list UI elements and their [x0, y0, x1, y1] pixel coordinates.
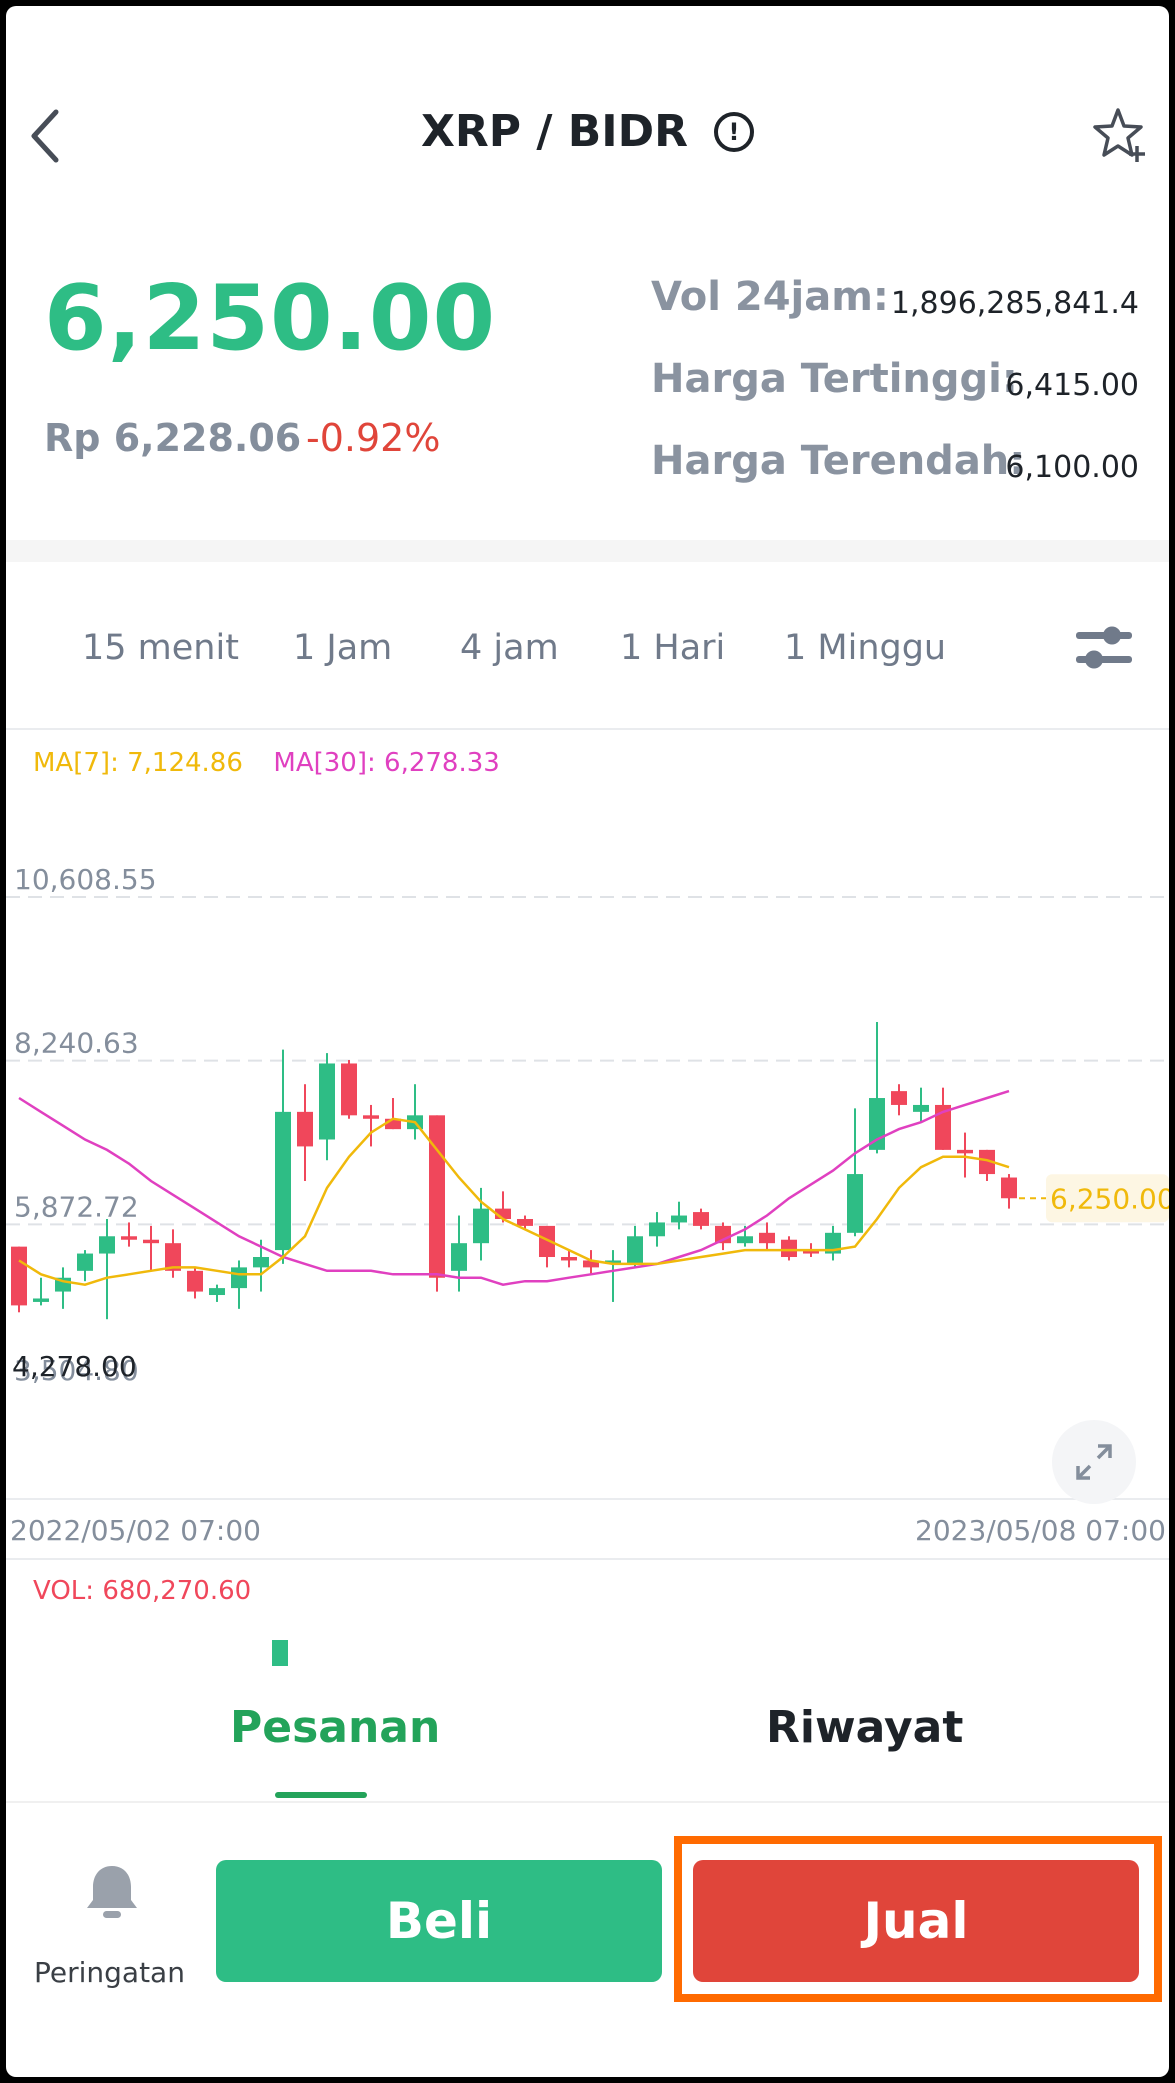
candle-body: [517, 1218, 533, 1226]
candle-body: [1001, 1177, 1017, 1199]
volume-name: VOL: [33, 1576, 86, 1606]
exclamation-circle-icon[interactable]: !: [714, 111, 755, 152]
candle-body: [847, 1174, 863, 1233]
candle-body: [913, 1104, 929, 1112]
stat-label-high: Harga Tertinggi:: [651, 356, 1018, 402]
page-title: XRP / BIDR !: [6, 106, 1169, 157]
candle-body: [363, 1115, 379, 1119]
bell-icon: [87, 1866, 137, 1918]
active-tab-indicator: [275, 1792, 367, 1798]
expand-diagonal-icon: [1076, 1444, 1112, 1480]
chart-expand-button[interactable]: [1052, 1420, 1136, 1504]
volume-bar: [272, 1640, 288, 1666]
stat-label-low: Harga Terendah:: [651, 438, 1026, 484]
pair-title: XRP / BIDR: [420, 106, 689, 157]
change-percent: -0.92%: [306, 416, 441, 460]
sliders-icon: [1076, 626, 1132, 669]
tab-divider: [6, 1801, 1169, 1803]
candle-body: [451, 1243, 467, 1271]
candle-body: [693, 1212, 709, 1226]
stat-value-high: 6,415.00: [1005, 368, 1139, 403]
candle-body: [671, 1215, 687, 1223]
y-tick-label: 8,240.63: [14, 1027, 139, 1060]
favorite-button[interactable]: [1091, 104, 1151, 164]
candle-body: [253, 1257, 269, 1268]
candle-body: [11, 1246, 27, 1306]
sell-button-highlight: [674, 1836, 1162, 2002]
candle-body: [957, 1149, 973, 1154]
volume-value: 680,270.60: [102, 1576, 252, 1606]
candle-body: [77, 1253, 93, 1271]
timeframe-1h[interactable]: 1 Jam: [293, 628, 392, 668]
x-axis-start-label: 2022/05/02 07:00: [10, 1514, 261, 1547]
candle-body: [275, 1111, 291, 1251]
volume-panel: [6, 1558, 1169, 1670]
star-plus-icon: [1093, 108, 1145, 162]
candle-body: [209, 1288, 225, 1296]
section-divider: [6, 540, 1169, 562]
candle-body: [231, 1267, 247, 1289]
fiat-price: Rp 6,228.06: [44, 416, 302, 460]
x-axis-end-label: 2023/05/08 07:00: [915, 1514, 1166, 1547]
candle-body: [297, 1111, 313, 1147]
last-price: 6,250.00: [44, 266, 497, 371]
alert-label: Peringatan: [34, 1956, 185, 1989]
candle-body: [121, 1236, 137, 1240]
tab-history[interactable]: Riwayat: [766, 1702, 963, 1753]
volume-legend: VOL: 680,270.60: [33, 1576, 252, 1606]
buy-button[interactable]: Beli: [216, 1860, 662, 1982]
candle-body: [319, 1063, 335, 1140]
last-price-tag: 6,250.00: [1050, 1182, 1169, 1215]
y-tick-label: 5,872.72: [14, 1190, 139, 1223]
timeframe-1w[interactable]: 1 Minggu: [784, 628, 946, 668]
candle-body: [649, 1222, 665, 1237]
tab-orders[interactable]: Pesanan: [230, 1702, 440, 1753]
timeframe-15m[interactable]: 15 menit: [82, 628, 239, 668]
min-price-label: 4,278.00: [12, 1350, 137, 1383]
chart-settings-button[interactable]: [1072, 616, 1136, 680]
candle-body: [759, 1232, 775, 1244]
timeframe-1d[interactable]: 1 Hari: [620, 628, 725, 668]
candle-body: [627, 1236, 643, 1264]
candle-body: [143, 1239, 159, 1244]
candle-body: [781, 1239, 797, 1258]
candle-body: [737, 1236, 753, 1244]
candle-body: [341, 1063, 357, 1116]
y-tick-label: 10,608.55: [14, 863, 157, 896]
candlestick-chart[interactable]: 10,608.558,240.635,872.723,504.806,250.0…: [6, 730, 1169, 1560]
candle-body: [473, 1208, 489, 1244]
candle-body: [99, 1236, 115, 1254]
timeframe-4h[interactable]: 4 jam: [460, 628, 559, 668]
candle-body: [891, 1091, 907, 1105]
candle-body: [187, 1270, 203, 1292]
candle-body: [561, 1257, 577, 1261]
stat-label-volume: Vol 24jam:: [651, 274, 889, 320]
stat-value-volume: 1,896,285,841.4: [890, 286, 1139, 321]
candle-body: [429, 1115, 445, 1278]
stat-value-low: 6,100.00: [1005, 450, 1139, 485]
app-screen: XRP / BIDR ! 6,250.00 Rp 6,228.06 -0.92%…: [6, 6, 1169, 2077]
candle-body: [33, 1298, 49, 1302]
